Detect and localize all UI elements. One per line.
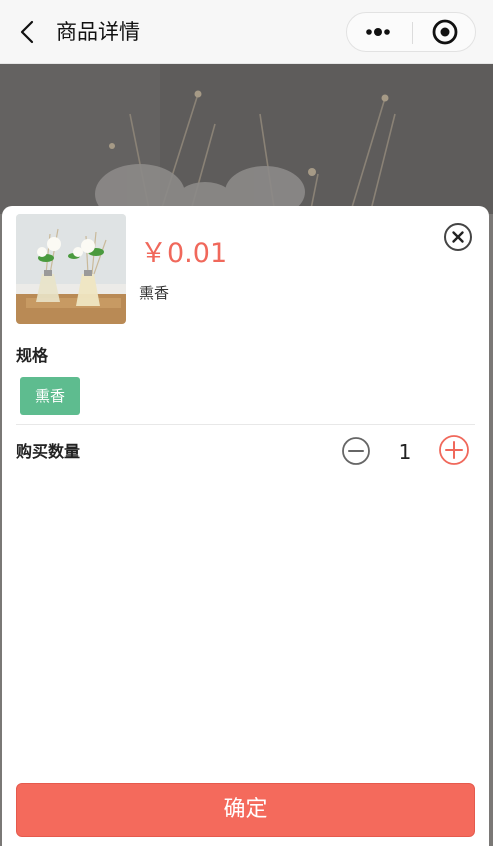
product-hero-image [0, 64, 493, 214]
more-dots-icon [366, 28, 390, 36]
divider [16, 424, 475, 425]
quantity-label: 购买数量 [16, 442, 81, 461]
record-target-icon [432, 19, 458, 45]
close-miniprogram-button[interactable] [413, 13, 476, 51]
product-photo-icon [16, 214, 126, 324]
plus-icon[interactable] [438, 434, 470, 466]
spec-option-xunxiang[interactable]: 熏香 [20, 377, 80, 415]
selected-spec-name: 熏香 [139, 284, 170, 302]
spec-label: 规格 [16, 346, 49, 365]
more-button[interactable] [347, 13, 412, 51]
confirm-button[interactable]: 确定 [16, 783, 475, 837]
minus-icon[interactable] [341, 436, 371, 466]
page-title: 商品详情 [56, 20, 140, 44]
close-icon[interactable] [443, 222, 473, 252]
back-chevron-icon[interactable] [14, 18, 42, 46]
sku-popup-sheet: ￥0.01 熏香 规格 熏香 购买数量 1 确定 [2, 206, 489, 846]
product-price: ￥0.01 [140, 238, 228, 269]
product-thumbnail [16, 214, 126, 324]
navigation-bar: 商品详情 [0, 0, 493, 64]
quantity-value[interactable]: 1 [387, 438, 423, 466]
mini-program-capsule [346, 12, 476, 52]
